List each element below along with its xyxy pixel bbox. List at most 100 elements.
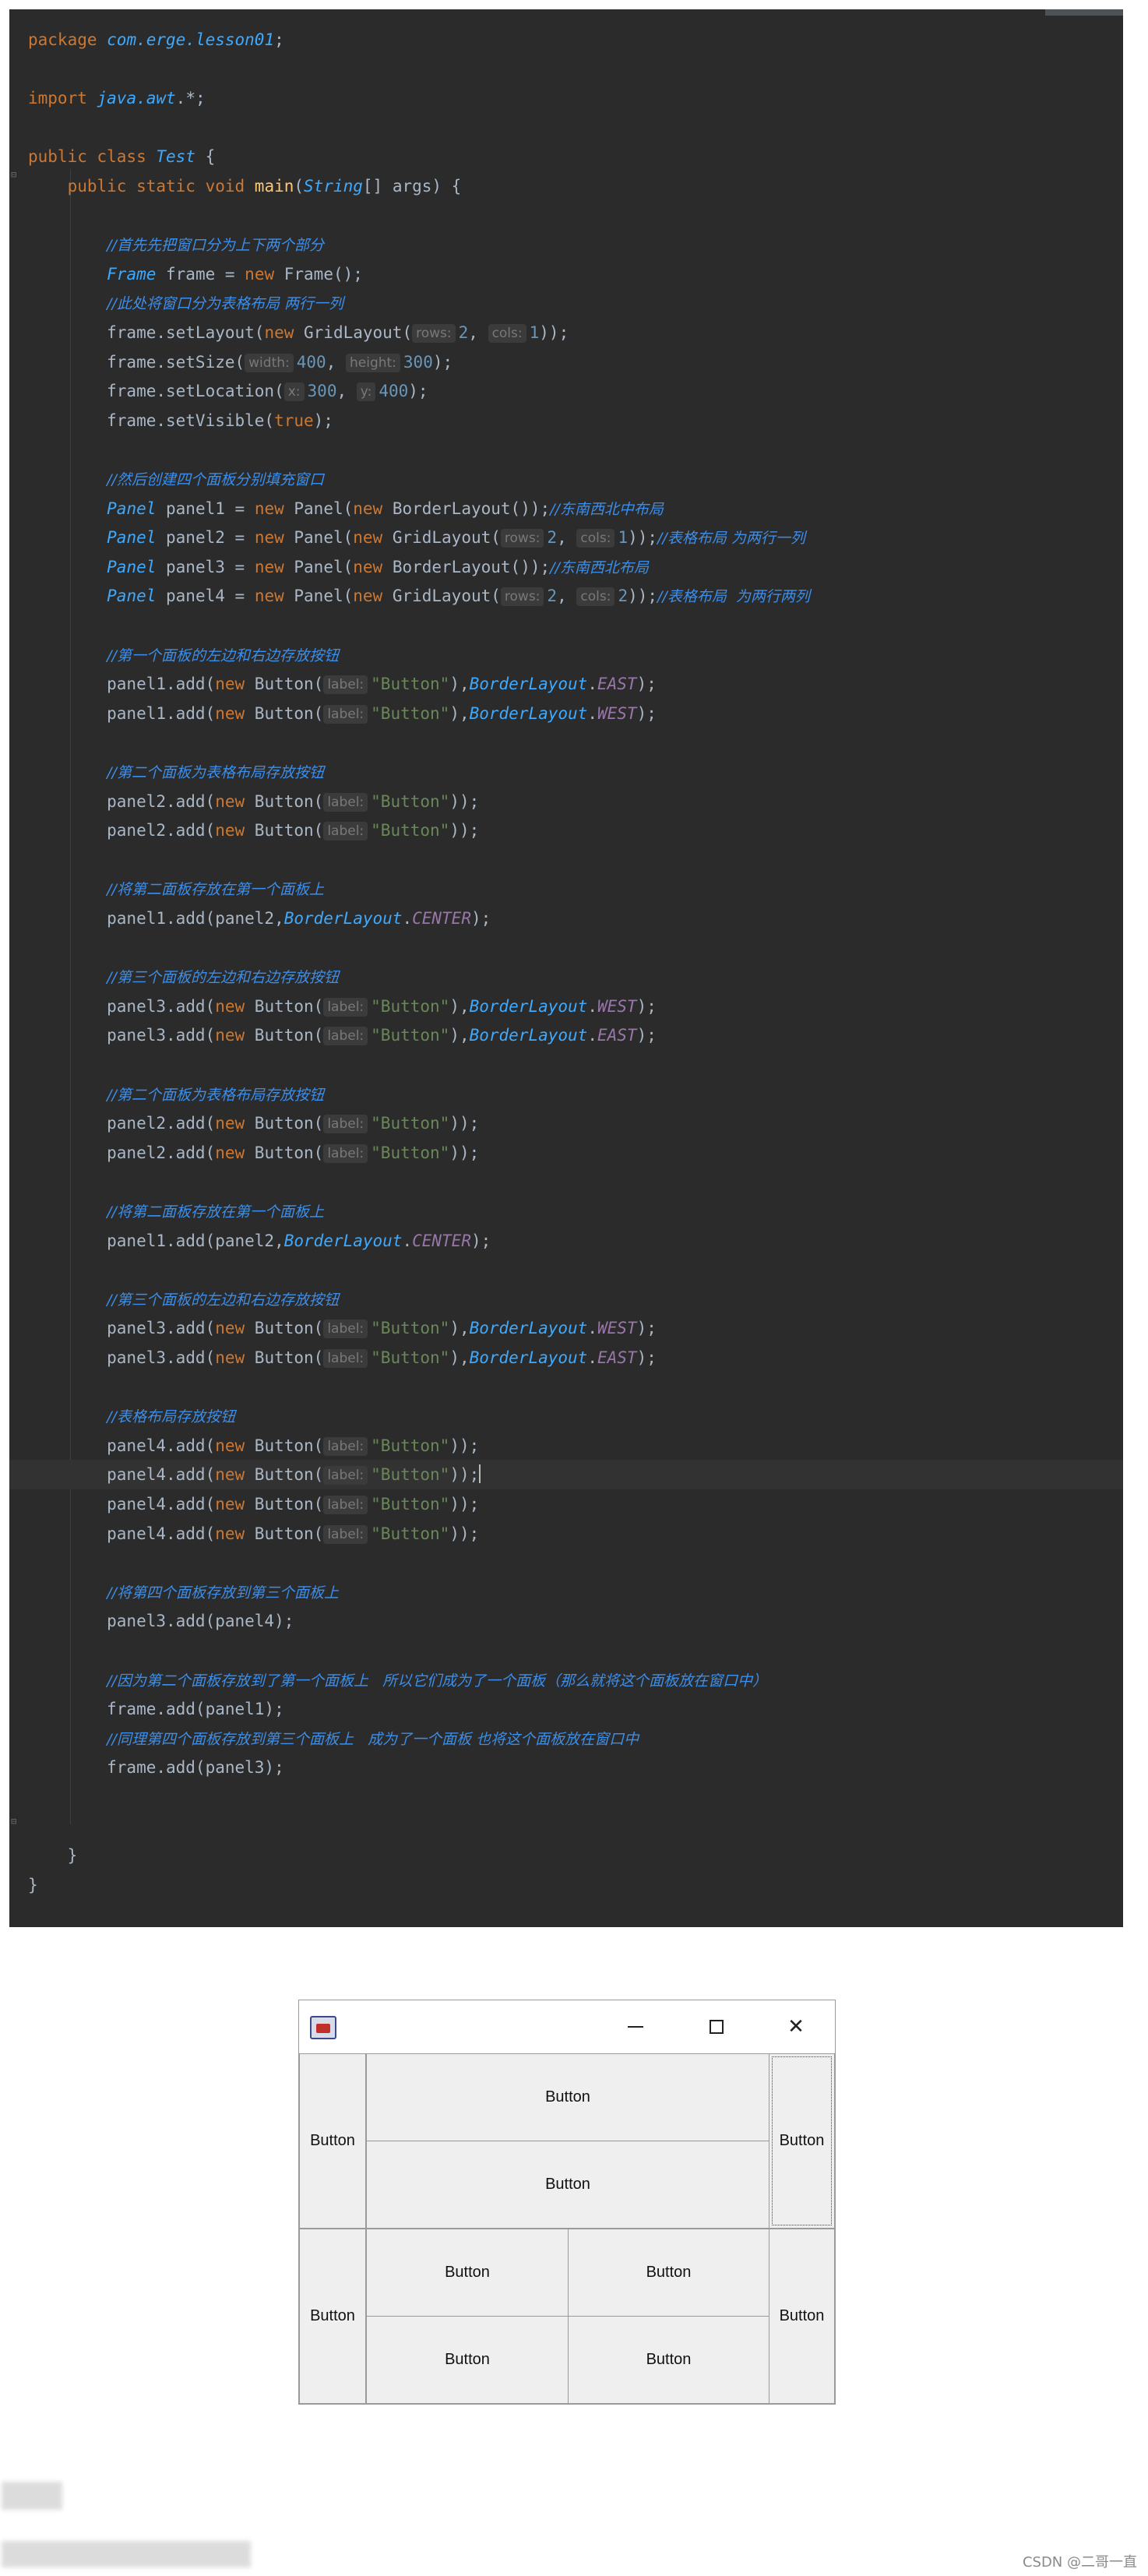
code-line[interactable]: frame.add(panel1); <box>9 1694 1123 1724</box>
code-token: panel2 = <box>156 528 255 548</box>
code-token: new <box>254 528 294 548</box>
code-line[interactable]: Panel panel3 = new Panel(new BorderLayou… <box>9 552 1123 582</box>
parameter-hint: width: <box>245 353 294 372</box>
panel1-east-button[interactable]: Button <box>769 2053 835 2229</box>
code-line[interactable]: panel2.add(new Button(label: "Button")); <box>9 787 1123 816</box>
code-line[interactable]: //将第二面板存放在第一个面板上 <box>9 1196 1123 1226</box>
code-token: new <box>215 1436 255 1455</box>
code-token: )); <box>628 528 658 548</box>
code-line[interactable]: panel2.add(new Button(label: "Button")); <box>9 1138 1123 1168</box>
code-line[interactable] <box>9 113 1123 143</box>
code-line[interactable]: panel3.add(new Button(label: "Button"),Bo… <box>9 1313 1123 1343</box>
panel2-top-button[interactable]: Button <box>366 2053 769 2141</box>
code-line[interactable]: //然后创建四个面板分别填充窗口 <box>9 464 1123 494</box>
code-line[interactable]: //第三个面板的左边和右边存放按钮 <box>9 1284 1123 1314</box>
code-line[interactable]: import java.awt.*; <box>9 83 1123 113</box>
code-line[interactable] <box>9 1373 1123 1402</box>
minimize-button[interactable] <box>612 2011 659 2042</box>
code-line[interactable] <box>9 1812 1123 1841</box>
code-token: panel4.add( <box>28 1495 216 1514</box>
panel4-button-2[interactable]: Button <box>568 2229 769 2317</box>
panel3-east-button[interactable]: Button <box>769 2229 835 2404</box>
panel4-button-3[interactable]: Button <box>366 2316 569 2404</box>
code-line[interactable]: //将第二面板存放在第一个面板上 <box>9 874 1123 904</box>
code-line[interactable]: //此处将窗口分为表格布局 两行一列 <box>9 288 1123 318</box>
panel2-bottom-button[interactable]: Button <box>366 2141 769 2229</box>
panel4-button-4[interactable]: Button <box>568 2316 769 2404</box>
code-line[interactable]: panel3.add(new Button(label: "Button"),Bo… <box>9 1020 1123 1050</box>
code-line[interactable]: panel2.add(new Button(label: "Button")); <box>9 816 1123 845</box>
code-line[interactable] <box>9 933 1123 963</box>
blurred-content <box>2 2541 251 2567</box>
code-line[interactable]: panel1.add(new Button(label: "Button"),Bo… <box>9 669 1123 699</box>
code-token: . <box>402 909 413 928</box>
code-line[interactable]: panel4.add(new Button(label: "Button")); <box>9 1431 1123 1461</box>
code-token: BorderLayout()); <box>392 557 551 576</box>
code-line[interactable]: panel3.add(new Button(label: "Button"),Bo… <box>9 1343 1123 1373</box>
code-line[interactable]: panel1.add(new Button(label: "Button"),Bo… <box>9 699 1123 728</box>
code-line[interactable] <box>9 1255 1123 1284</box>
code-line[interactable]: panel4.add(new Button(label: "Button")); <box>9 1460 1123 1490</box>
code-line[interactable]: frame.setLayout(new GridLayout(rows: 2, c… <box>9 318 1123 347</box>
code-line[interactable]: panel4.add(new Button(label: "Button")); <box>9 1519 1123 1549</box>
code-token: Button( <box>254 1026 324 1045</box>
code-token: ); <box>313 411 333 430</box>
scrollbar-thumb[interactable] <box>1045 9 1123 16</box>
code-line[interactable]: } <box>9 1870 1123 1900</box>
window-titlebar[interactable]: ✕ <box>299 2000 835 2053</box>
code-line[interactable] <box>9 435 1123 464</box>
code-line[interactable]: panel1.add(panel2,BorderLayout.CENTER); <box>9 904 1123 933</box>
java-app-icon[interactable] <box>310 2016 336 2039</box>
code-line[interactable]: panel3.add(new Button(label: "Button"),Bo… <box>9 992 1123 1021</box>
code-editor[interactable]: ⊟ ⊟ package com.erge.lesson01; import jav… <box>9 9 1123 1927</box>
code-line[interactable]: public static void main(String[] args) { <box>9 171 1123 201</box>
code-line[interactable]: frame.setSize(width: 400, height: 300); <box>9 347 1123 377</box>
code-line[interactable]: //因为第二个面板存放到了第一个面板上 所以它们成为了一个面板（那么就将这个面板… <box>9 1665 1123 1695</box>
code-line[interactable]: //表格布局存放按钮 <box>9 1401 1123 1431</box>
code-line[interactable]: //第二个面板为表格布局存放按钮 <box>9 757 1123 787</box>
code-line[interactable] <box>9 845 1123 875</box>
code-line[interactable]: Frame frame = new Frame(); <box>9 259 1123 289</box>
panel1-west-button[interactable]: Button <box>299 2053 366 2229</box>
code-token: ); <box>636 1319 657 1338</box>
code-line[interactable]: panel3.add(panel4); <box>9 1606 1123 1636</box>
code-line[interactable]: frame.add(panel3); <box>9 1753 1123 1782</box>
code-line[interactable]: public class Test { <box>9 142 1123 171</box>
code-line[interactable] <box>9 1548 1123 1577</box>
code-line[interactable]: panel2.add(new Button(label: "Button")); <box>9 1108 1123 1138</box>
panel4-button-1[interactable]: Button <box>366 2229 569 2317</box>
code-token: "Button" <box>371 1524 450 1543</box>
code-line[interactable] <box>9 1636 1123 1665</box>
code-line[interactable]: Panel panel1 = new Panel(new BorderLayou… <box>9 494 1123 523</box>
awt-frame-window[interactable]: ✕ Button Button Button Button Button But… <box>298 2000 836 2405</box>
code-line[interactable]: panel1.add(panel2,BorderLayout.CENTER); <box>9 1226 1123 1256</box>
code-line[interactable] <box>9 55 1123 84</box>
code-line[interactable]: frame.setVisible(true); <box>9 406 1123 435</box>
code-line[interactable] <box>9 1167 1123 1196</box>
code-token: new <box>264 323 305 342</box>
code-line[interactable]: //将第四个面板存放到第三个面板上 <box>9 1577 1123 1607</box>
code-line[interactable]: frame.setLocation(x: 300, y: 400); <box>9 376 1123 406</box>
code-line[interactable] <box>9 728 1123 757</box>
code-line[interactable] <box>9 611 1123 640</box>
code-line[interactable] <box>9 201 1123 231</box>
code-line[interactable]: //第一个面板的左边和右边存放按钮 <box>9 640 1123 670</box>
code-line[interactable]: //同理第四个面板存放到第三个面板上 成为了一个面板 也将这个面板放在窗口中 <box>9 1724 1123 1753</box>
panel3-west-button[interactable]: Button <box>299 2229 366 2404</box>
close-button[interactable]: ✕ <box>773 2011 819 2042</box>
code-line[interactable]: Panel panel4 = new Panel(new GridLayout(… <box>9 581 1123 611</box>
code-token: panel1 = <box>156 499 255 518</box>
code-line[interactable]: panel4.add(new Button(label: "Button")); <box>9 1489 1123 1519</box>
code-line[interactable]: //第三个面板的左边和右边存放按钮 <box>9 962 1123 992</box>
code-line[interactable]: //第二个面板为表格布局存放按钮 <box>9 1080 1123 1109</box>
code-token: 400 <box>379 382 409 401</box>
maximize-button[interactable] <box>693 2011 740 2042</box>
code-line[interactable]: package com.erge.lesson01; <box>9 25 1123 55</box>
code-line[interactable]: Panel panel2 = new Panel(new GridLayout(… <box>9 523 1123 552</box>
code-line[interactable] <box>9 1050 1123 1080</box>
code-line[interactable]: //首先先把窗口分为上下两个部分 <box>9 230 1123 259</box>
code-line[interactable]: } <box>9 1841 1123 1870</box>
code-line[interactable] <box>9 1782 1123 1812</box>
parameter-hint: rows: <box>412 324 456 343</box>
